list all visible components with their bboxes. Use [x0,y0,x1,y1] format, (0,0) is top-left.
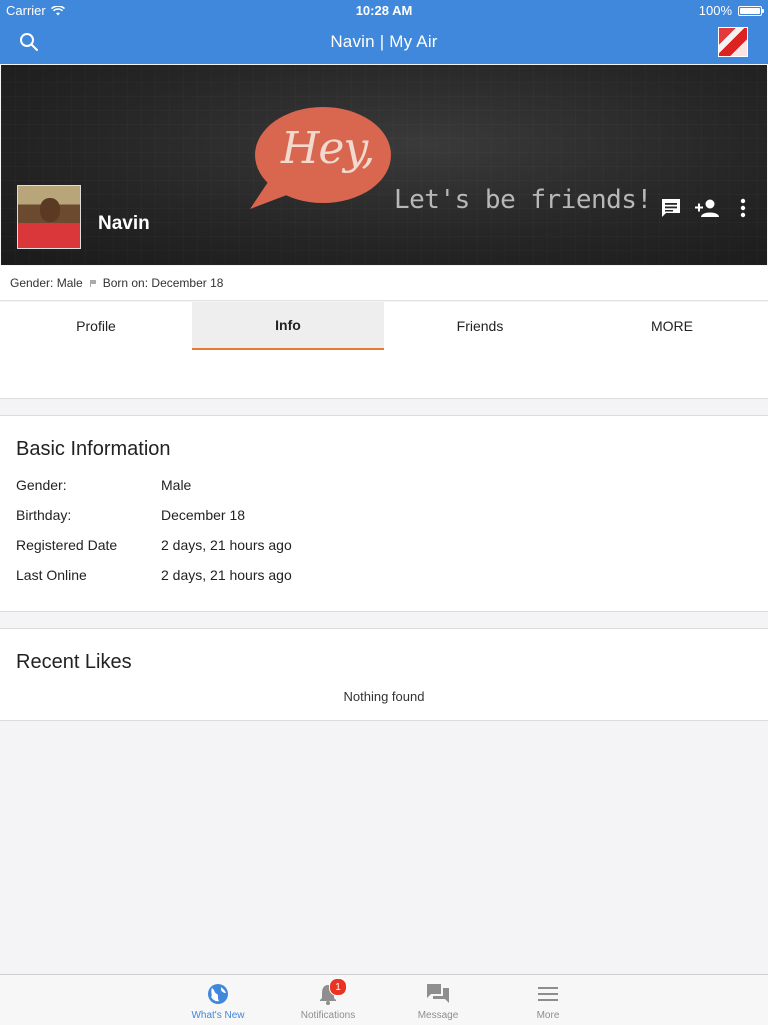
more-vertical-icon [740,198,746,218]
info-label-last-online: Last Online [16,567,87,583]
tab-profile[interactable]: Profile [0,302,192,350]
meta-born: Born on: December 18 [102,276,224,290]
tabbar-item-more[interactable]: More [493,975,603,1025]
message-button[interactable] [658,195,684,221]
cover-hey-text: Hey, [281,123,375,174]
status-battery: 100% [698,3,764,18]
info-value-birthday: December 18 [161,507,246,523]
separator-flag-icon [89,280,96,287]
profile-name: Navin [98,213,150,234]
recent-likes-card: Recent Likes Nothing found [0,628,768,721]
profile-face [40,198,60,222]
more-options-button[interactable] [730,195,756,221]
chat-icon [425,981,451,1007]
tabbar-item-message[interactable]: Message [383,975,493,1025]
tabbar-label-message: Message [417,1010,459,1021]
meta-gender: Gender: Male [10,276,83,290]
page-title: Navin | My Air [330,32,438,51]
bottom-tab-bar: What's New 1 Notifications Message More [0,974,768,1025]
info-label-birthday: Birthday: [16,507,72,523]
battery-fill [740,7,760,14]
info-label-registered: Registered Date [16,537,118,553]
profile-cover: Hey, Let's be friends! Navin [1,65,767,265]
tabbar-label-more: More [536,1010,560,1021]
menu-icon [535,981,561,1007]
user-avatar-button[interactable] [718,27,748,57]
recent-likes-title: Recent Likes [16,651,132,673]
cover-friends-text: Let's be friends! [394,185,652,215]
tabbar-item-notifications[interactable]: 1 Notifications [273,975,383,1025]
tabbar-item-whats-new[interactable]: What's New [163,975,273,1025]
tabbar-label-whats-new: What's New [191,1010,245,1021]
tabbar-label-notifications: Notifications [300,1010,356,1021]
top-navigation-bar: Carrier 10:28 AM 100% Navin | My Air [0,0,768,64]
message-icon [662,199,680,217]
profile-picture[interactable] [17,185,81,249]
basic-information-card: Basic Information Gender: Male Birthday:… [0,415,768,612]
status-time: 10:28 AM [355,3,413,18]
add-friend-icon [695,199,719,217]
recent-likes-empty-text: Nothing found [343,689,425,704]
basic-information-title: Basic Information [16,438,171,460]
profile-meta-line: Gender: Male Born on: December 18 [0,266,768,301]
info-value-last-online: 2 days, 21 hours ago [161,567,292,583]
bell-icon: 1 [315,978,347,1007]
info-value-gender: Male [161,477,192,493]
globe-icon [205,981,231,1007]
tab-friends[interactable]: Friends [384,302,576,350]
tab-info[interactable]: Info [192,302,384,350]
info-label-gender: Gender: [16,477,67,493]
notification-badge: 1 [329,978,347,996]
info-value-registered: 2 days, 21 hours ago [161,537,292,553]
add-friend-button[interactable] [694,195,720,221]
battery-percent: 100% [698,3,732,18]
battery-icon [738,5,764,16]
tab-more[interactable]: MORE [576,302,768,350]
profile-tabs: Profile Info Friends MORE [0,302,768,399]
